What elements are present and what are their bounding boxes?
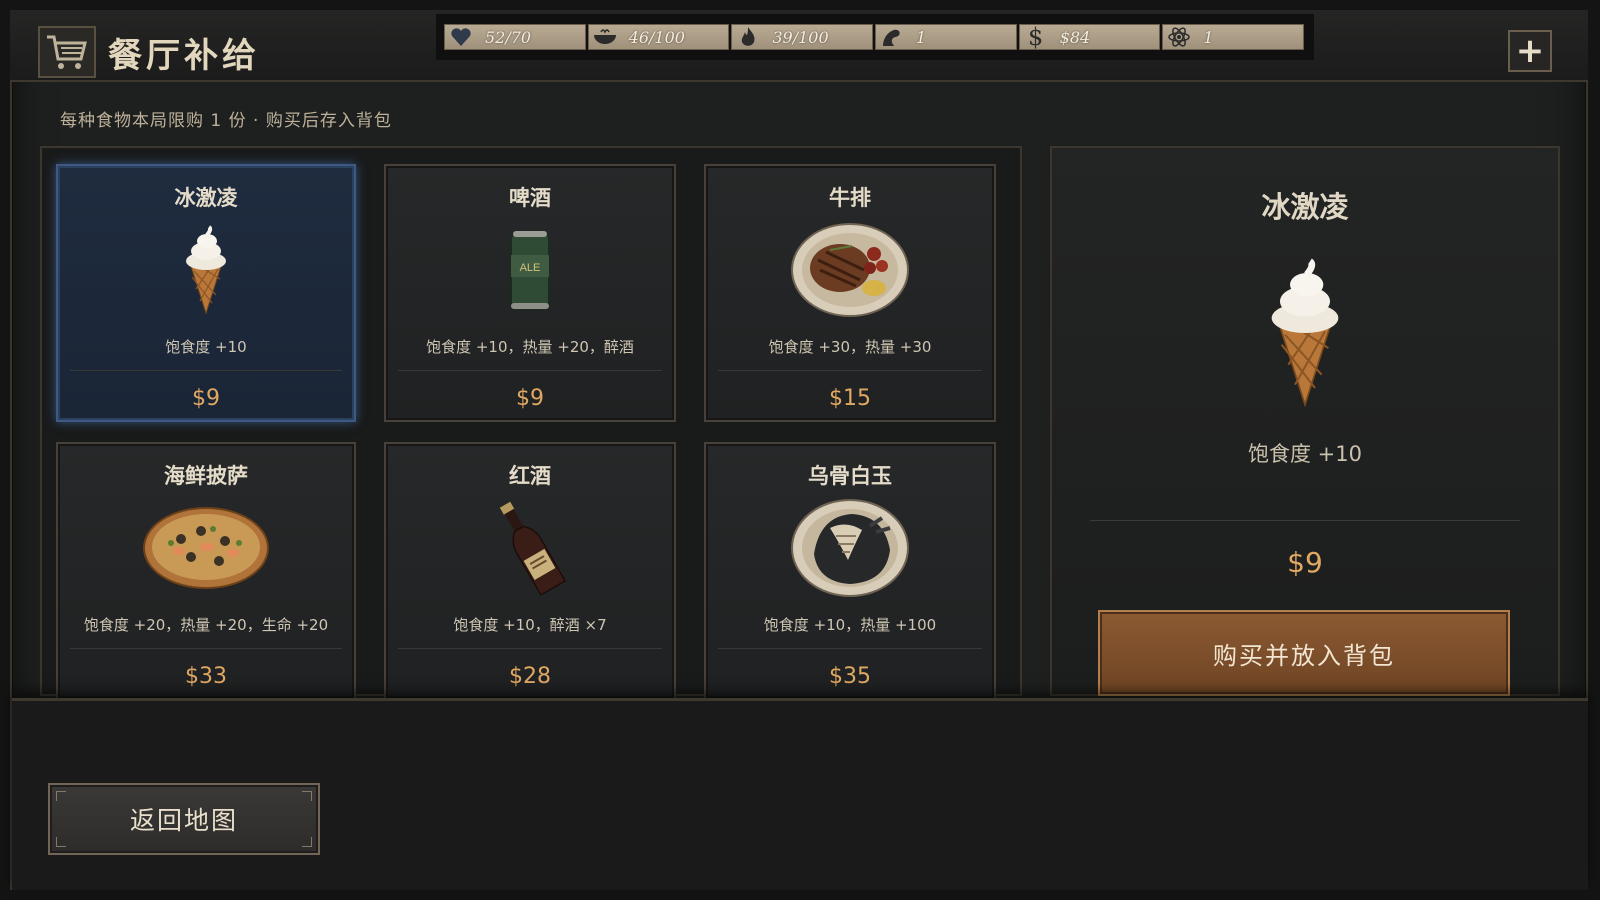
purchase-rule-text: 每种食物本局限购 1 份 · 购买后存入背包 xyxy=(60,111,392,131)
stat-health: 52/70 xyxy=(444,24,586,50)
detail-item-effect: 饱食度 +10 xyxy=(1248,442,1362,466)
corner-ornament xyxy=(302,837,312,847)
divider xyxy=(718,648,982,649)
stat-atom-value: 1 xyxy=(1203,27,1214,47)
corner-ornament xyxy=(56,837,66,847)
item-grid: 冰激凌 饱食度 +10 $9 啤酒 ALE 饱食度 +10，热量 +20，醉酒 … xyxy=(40,146,1022,700)
stat-satiety-value: 46/100 xyxy=(628,27,685,47)
item-detail-panel: 冰激凌 饱食度 +10 $9 购买并放入背包 xyxy=(1050,146,1560,696)
item-effect: 饱食度 +10，醉酒 ×7 xyxy=(453,616,607,634)
beer-can-label: ALE xyxy=(520,262,541,274)
stat-health-value: 52/70 xyxy=(485,27,532,47)
divider xyxy=(398,370,662,371)
item-card-red-wine[interactable]: 红酒 饱食度 +10，醉酒 ×7 $28 xyxy=(384,442,676,700)
item-price: $28 xyxy=(509,664,551,689)
item-name: 红酒 xyxy=(509,464,551,488)
item-card-beer[interactable]: 啤酒 ALE 饱食度 +10，热量 +20，醉酒 $9 xyxy=(384,164,676,422)
atom-icon xyxy=(1163,24,1195,50)
item-name: 啤酒 xyxy=(509,186,551,210)
bowl-icon xyxy=(589,24,621,50)
divider xyxy=(718,370,982,371)
back-to-map-button[interactable]: 返回地图 xyxy=(48,783,320,855)
item-price: $33 xyxy=(185,664,227,689)
item-card-black-chicken[interactable]: 乌骨白玉 饱食度 +10，热量 +100 $35 xyxy=(704,442,996,700)
divider xyxy=(1090,520,1520,521)
heart-icon xyxy=(445,24,477,50)
plus-icon: + xyxy=(1515,31,1545,71)
back-button-label: 返回地图 xyxy=(129,806,238,835)
divider xyxy=(70,370,342,371)
item-card-ice-cream[interactable]: 冰激凌 饱食度 +10 $9 xyxy=(56,164,356,422)
dollar-icon: $ xyxy=(1028,23,1044,51)
item-name: 冰激凌 xyxy=(174,186,238,210)
stat-money-value: $84 xyxy=(1059,27,1091,47)
ice-cream-icon xyxy=(186,225,226,315)
stat-satiety: 46/100 xyxy=(587,24,730,50)
detail-item-price: $9 xyxy=(1287,546,1323,579)
divider xyxy=(70,648,342,649)
item-effect: 饱食度 +10，热量 +100 xyxy=(763,616,937,634)
item-price: $9 xyxy=(192,386,220,411)
corner-ornament xyxy=(302,791,312,801)
item-effect: 饱食度 +10，热量 +20，醉酒 xyxy=(426,338,634,356)
item-card-steak[interactable]: 牛排 饱食度 +30，热量 +30 $15 xyxy=(704,164,996,422)
stat-heat-value: 39/100 xyxy=(772,27,829,47)
page-title: 餐厅补给 xyxy=(108,36,260,76)
shop-cart-badge xyxy=(38,26,96,78)
item-name: 牛排 xyxy=(829,186,871,210)
item-price: $35 xyxy=(829,664,871,689)
item-effect: 饱食度 +30，热量 +30 xyxy=(768,338,932,356)
status-bar: 52/70 46/100 39/100 1 $ $84 1 xyxy=(436,14,1314,60)
cart-icon xyxy=(47,35,87,69)
item-price: $15 xyxy=(829,386,871,411)
pizza-icon xyxy=(143,507,269,589)
black-chicken-icon xyxy=(791,499,909,597)
detail-item-name: 冰激凌 xyxy=(1261,190,1349,224)
stat-atom: 1 xyxy=(1162,24,1305,50)
stat-stamina-value: 1 xyxy=(916,27,927,47)
flame-icon xyxy=(732,24,764,50)
item-name: 海鲜披萨 xyxy=(164,464,248,488)
buy-button[interactable]: 购买并放入背包 xyxy=(1098,610,1510,696)
add-button[interactable]: + xyxy=(1508,30,1552,72)
item-price: $9 xyxy=(516,386,544,411)
item-name: 乌骨白玉 xyxy=(808,464,892,488)
steak-icon xyxy=(791,223,909,317)
stat-stamina: 1 xyxy=(875,24,1017,50)
wine-bottle-icon xyxy=(499,501,567,596)
item-effect: 饱食度 +10 xyxy=(165,338,247,356)
divider xyxy=(398,648,662,649)
beer-can-icon: ALE xyxy=(510,231,550,310)
stat-money: $ $84 xyxy=(1018,23,1161,51)
stat-heat: 39/100 xyxy=(731,24,874,50)
item-effect: 饱食度 +20，热量 +20，生命 +20 xyxy=(83,616,329,634)
corner-ornament xyxy=(56,791,66,801)
item-card-seafood-pizza[interactable]: 海鲜披萨 饱食度 +20，热量 +20，生命 +20 $33 xyxy=(56,442,356,700)
buy-button-label: 购买并放入背包 xyxy=(1213,641,1395,670)
stamina-icon xyxy=(876,24,908,50)
ice-cream-icon xyxy=(1271,258,1339,408)
